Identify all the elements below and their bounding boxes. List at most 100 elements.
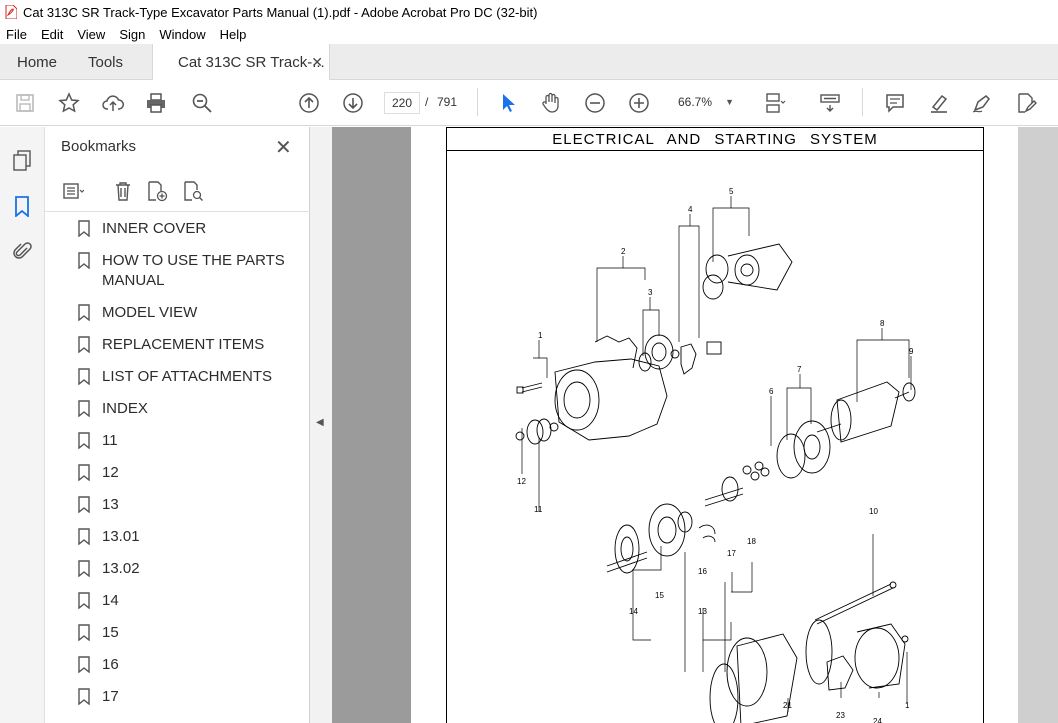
- callout-label: 2: [621, 247, 626, 256]
- collapse-panel-icon[interactable]: ◀: [316, 417, 324, 428]
- new-bookmark-icon[interactable]: [145, 179, 169, 203]
- zoom-level-select[interactable]: 66.7% ▼: [672, 92, 740, 114]
- sign-pen-icon[interactable]: [970, 91, 994, 115]
- callout-label: 21: [783, 701, 792, 710]
- zoom-out-icon[interactable]: [583, 91, 607, 115]
- comment-icon[interactable]: [883, 91, 907, 115]
- bookmark-item[interactable]: 13.02: [45, 559, 290, 579]
- bookmark-label: 13.01: [102, 528, 140, 545]
- previous-page-icon[interactable]: [297, 91, 321, 115]
- keyboard-tools-icon[interactable]: [818, 91, 842, 115]
- bookmark-item[interactable]: 15: [45, 623, 290, 643]
- callout-label: 18: [747, 537, 756, 546]
- callout-label: 7: [797, 365, 802, 374]
- bookmark-label: HOW TO USE THE PARTS MANUAL: [102, 252, 285, 289]
- bookmark-options-icon[interactable]: [61, 179, 85, 203]
- zoom-search-icon[interactable]: [190, 91, 214, 115]
- bookmark-item[interactable]: REPLACEMENT ITEMS: [45, 335, 290, 355]
- menu-edit[interactable]: Edit: [34, 27, 70, 42]
- bookmark-label: INNER COVER: [102, 220, 207, 237]
- bookmark-label: 15: [102, 624, 119, 641]
- bookmark-flag-icon: [78, 560, 90, 577]
- print-icon[interactable]: [144, 91, 168, 115]
- bookmark-panel-icon[interactable]: [11, 195, 33, 218]
- callout-label: 1: [538, 331, 543, 340]
- highlight-pen-icon[interactable]: [927, 91, 951, 115]
- menu-help[interactable]: Help: [213, 27, 254, 42]
- bookmark-flag-icon: [78, 592, 90, 609]
- star-icon[interactable]: [57, 91, 81, 115]
- tab-document[interactable]: Cat 313C SR Track-... ✕: [152, 44, 330, 81]
- callout-label: 16: [698, 567, 707, 576]
- bookmark-label: 17: [102, 688, 119, 705]
- zoom-level-value: 66.7%: [678, 95, 713, 109]
- bookmark-flag-icon: [78, 220, 90, 237]
- acrobat-icon: [5, 5, 17, 19]
- next-page-icon[interactable]: [341, 91, 365, 115]
- bookmark-item[interactable]: 14: [45, 591, 290, 611]
- bookmark-item[interactable]: MODEL VIEW: [45, 303, 290, 323]
- navigation-rail: [0, 127, 45, 723]
- menu-bar: File Edit View Sign Window Help: [0, 24, 1058, 44]
- bookmark-label: 12: [102, 464, 119, 481]
- bookmark-label: 11: [102, 432, 118, 449]
- page-number-input[interactable]: 220: [384, 92, 420, 114]
- callout-label: 5: [729, 187, 734, 196]
- pdf-page: ELECTRICAL AND STARTING SYSTEM 1 2 3 4 5…: [411, 127, 1019, 723]
- select-cursor-icon[interactable]: [496, 91, 520, 115]
- menu-file[interactable]: File: [0, 27, 34, 42]
- upload-cloud-icon[interactable]: [101, 91, 125, 115]
- toolbar-divider: [477, 88, 478, 116]
- callout-label: 1: [905, 701, 910, 710]
- bookmark-label: LIST OF ATTACHMENTS: [102, 368, 273, 385]
- bookmark-flag-icon: [78, 528, 90, 545]
- delete-bookmark-icon[interactable]: [111, 179, 135, 203]
- document-viewport[interactable]: ELECTRICAL AND STARTING SYSTEM 1 2 3 4 5…: [332, 127, 1058, 723]
- callout-label: 8: [880, 319, 885, 328]
- bookmark-flag-icon: [78, 432, 90, 449]
- bookmark-item[interactable]: INDEX: [45, 399, 290, 419]
- save-icon[interactable]: [13, 91, 37, 115]
- bookmark-item[interactable]: 17: [45, 687, 290, 707]
- bookmark-item[interactable]: INNER COVER: [45, 219, 290, 239]
- chevron-down-icon: ▼: [725, 97, 734, 107]
- page-heading: ELECTRICAL AND STARTING SYSTEM: [447, 128, 983, 151]
- hand-tool-icon[interactable]: [539, 91, 563, 115]
- bookmark-label: INDEX: [102, 400, 148, 417]
- tab-bar: Home Tools Cat 313C SR Track-... ✕: [0, 44, 1058, 81]
- close-tab-icon[interactable]: ✕: [311, 54, 323, 71]
- bookmark-search-icon[interactable]: [181, 179, 205, 203]
- callout-label: 13: [698, 607, 707, 616]
- callout-label: 4: [688, 205, 693, 214]
- bookmark-item[interactable]: 13: [45, 495, 290, 515]
- callout-label: 24: [873, 717, 882, 723]
- edit-pdf-icon[interactable]: [1014, 91, 1038, 115]
- callout-label: 14: [629, 607, 638, 616]
- zoom-in-icon[interactable]: [627, 91, 651, 115]
- total-pages: 791: [437, 95, 458, 109]
- bookmark-item[interactable]: 13.01: [45, 527, 290, 547]
- bookmark-item[interactable]: 16: [45, 655, 290, 675]
- attachment-paperclip-icon[interactable]: [11, 241, 33, 263]
- callout-label: 10: [869, 507, 878, 516]
- menu-sign[interactable]: Sign: [112, 27, 152, 42]
- bookmark-item[interactable]: LIST OF ATTACHMENTS: [45, 367, 290, 387]
- bookmark-flag-icon: [78, 688, 90, 705]
- callout-label: 6: [769, 387, 774, 396]
- tab-tools[interactable]: Tools: [88, 44, 123, 80]
- page-thumbnails-icon[interactable]: [11, 149, 33, 171]
- close-panel-icon[interactable]: ✕: [275, 135, 292, 160]
- bookmark-flag-icon: [78, 624, 90, 641]
- bookmark-label: 13: [102, 496, 119, 513]
- panel-splitter[interactable]: ◀: [310, 127, 332, 723]
- menu-window[interactable]: Window: [152, 27, 212, 42]
- bookmark-label: 14: [102, 592, 119, 609]
- bookmark-item[interactable]: 11: [45, 431, 290, 451]
- menu-view[interactable]: View: [70, 27, 112, 42]
- bookmark-item[interactable]: HOW TO USE THE PARTS MANUAL: [45, 251, 290, 291]
- callout-label: 15: [655, 591, 664, 600]
- page-display-icon[interactable]: [763, 91, 787, 115]
- tab-home[interactable]: Home: [17, 44, 57, 80]
- bookmark-label: REPLACEMENT ITEMS: [102, 336, 265, 353]
- bookmark-item[interactable]: 12: [45, 463, 290, 483]
